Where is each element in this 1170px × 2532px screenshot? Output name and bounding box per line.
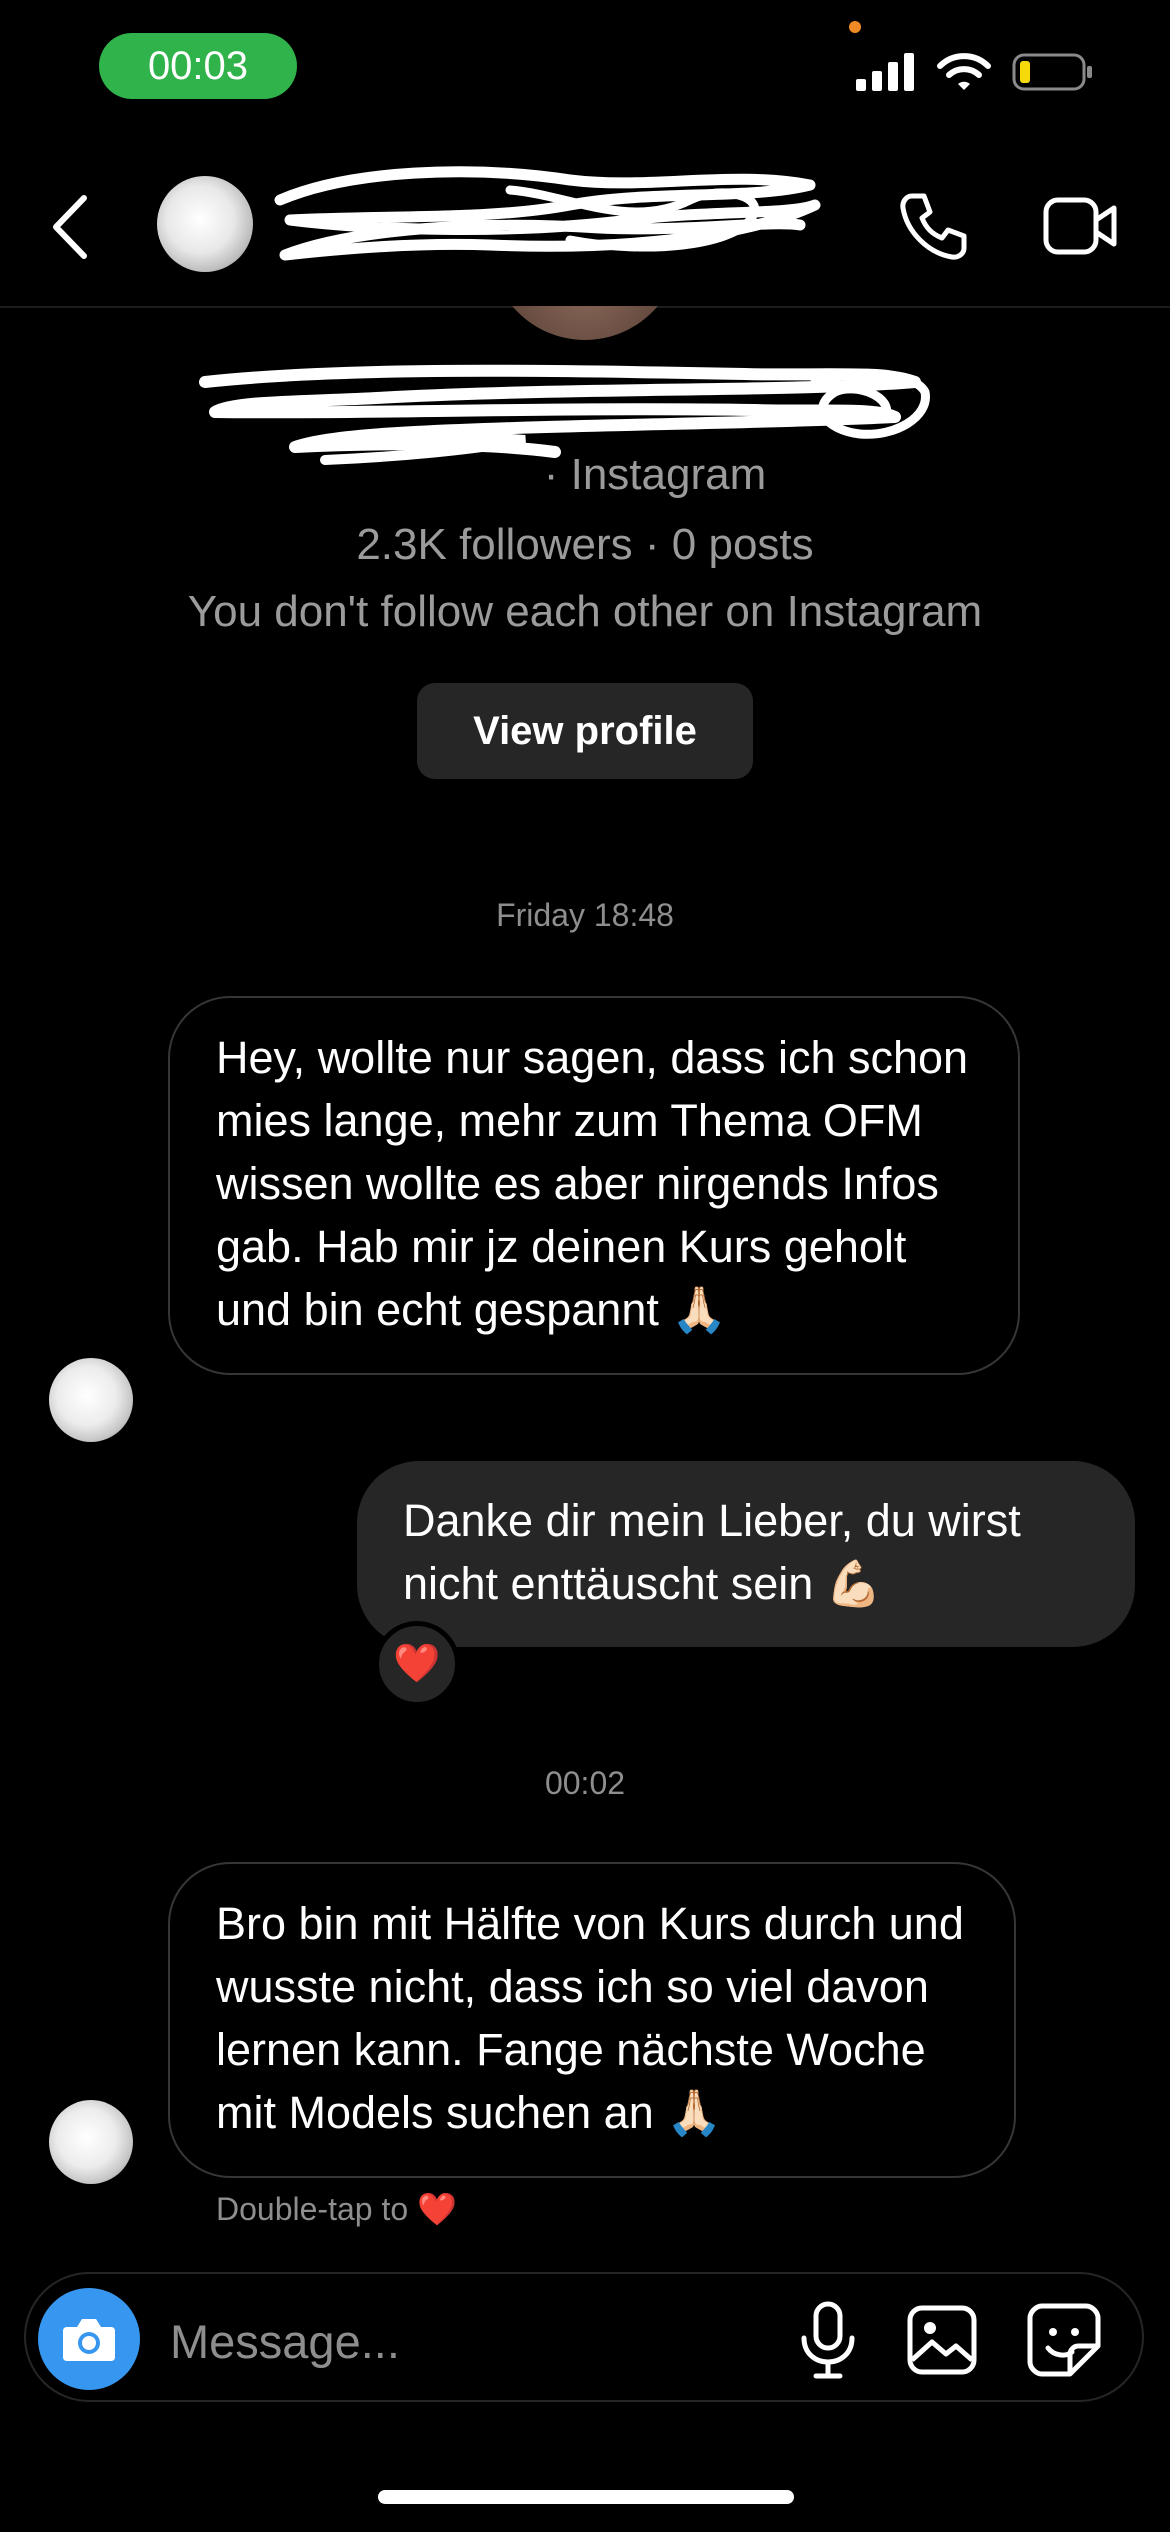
message-avatar[interactable] [49,2100,133,2184]
double-tap-hint: Double-tap to ❤️ [216,2191,457,2227]
outgoing-message[interactable]: Danke dir mein Lieber, du wirst nicht en… [357,1461,1135,1647]
thread-timestamp: Friday 18:48 [496,897,674,933]
camera-icon [63,2319,115,2361]
gallery-button[interactable] [906,2304,978,2376]
phone-icon [900,193,967,260]
wifi-icon [937,53,991,90]
video-icon [1043,197,1117,255]
sticker-icon [1027,2303,1101,2377]
message-input[interactable] [168,2305,772,2377]
message-avatar[interactable] [49,1358,133,1442]
voice-message-button[interactable] [796,2300,860,2380]
view-profile-button[interactable]: View profile [417,683,753,779]
back-icon [53,195,87,259]
status-icons [856,52,1094,92]
incoming-message[interactable]: Hey, wollte nur sagen, dass ich schon mi… [168,996,1020,1375]
image-icon [907,2305,977,2375]
signal-icon [856,53,914,91]
home-indicator[interactable] [378,2490,794,2504]
video-call-button[interactable] [1042,190,1118,262]
back-button[interactable] [46,192,96,262]
incoming-message[interactable]: Bro bin mit Hälfte von Kurs durch und wu… [168,1862,1016,2178]
audio-call-button[interactable] [898,190,970,262]
profile-picture[interactable] [490,306,680,340]
message-reaction[interactable]: ❤️ [374,1621,460,1707]
camera-button[interactable] [38,2288,140,2390]
privacy-indicator-dot [849,21,861,33]
profile-relation: You don't follow each other on Instagram [187,587,983,636]
redacted-username [274,166,821,261]
profile-platform: · Instagram [543,450,767,499]
sticker-button[interactable] [1026,2302,1102,2378]
battery-icon [1012,53,1092,91]
thread-timestamp: 00:02 [544,1765,626,1801]
profile-stats: 2.3K followers · 0 posts [356,520,814,569]
status-time: 00:03 [99,33,297,99]
contact-avatar[interactable] [157,176,253,272]
microphone-icon [801,2301,855,2379]
